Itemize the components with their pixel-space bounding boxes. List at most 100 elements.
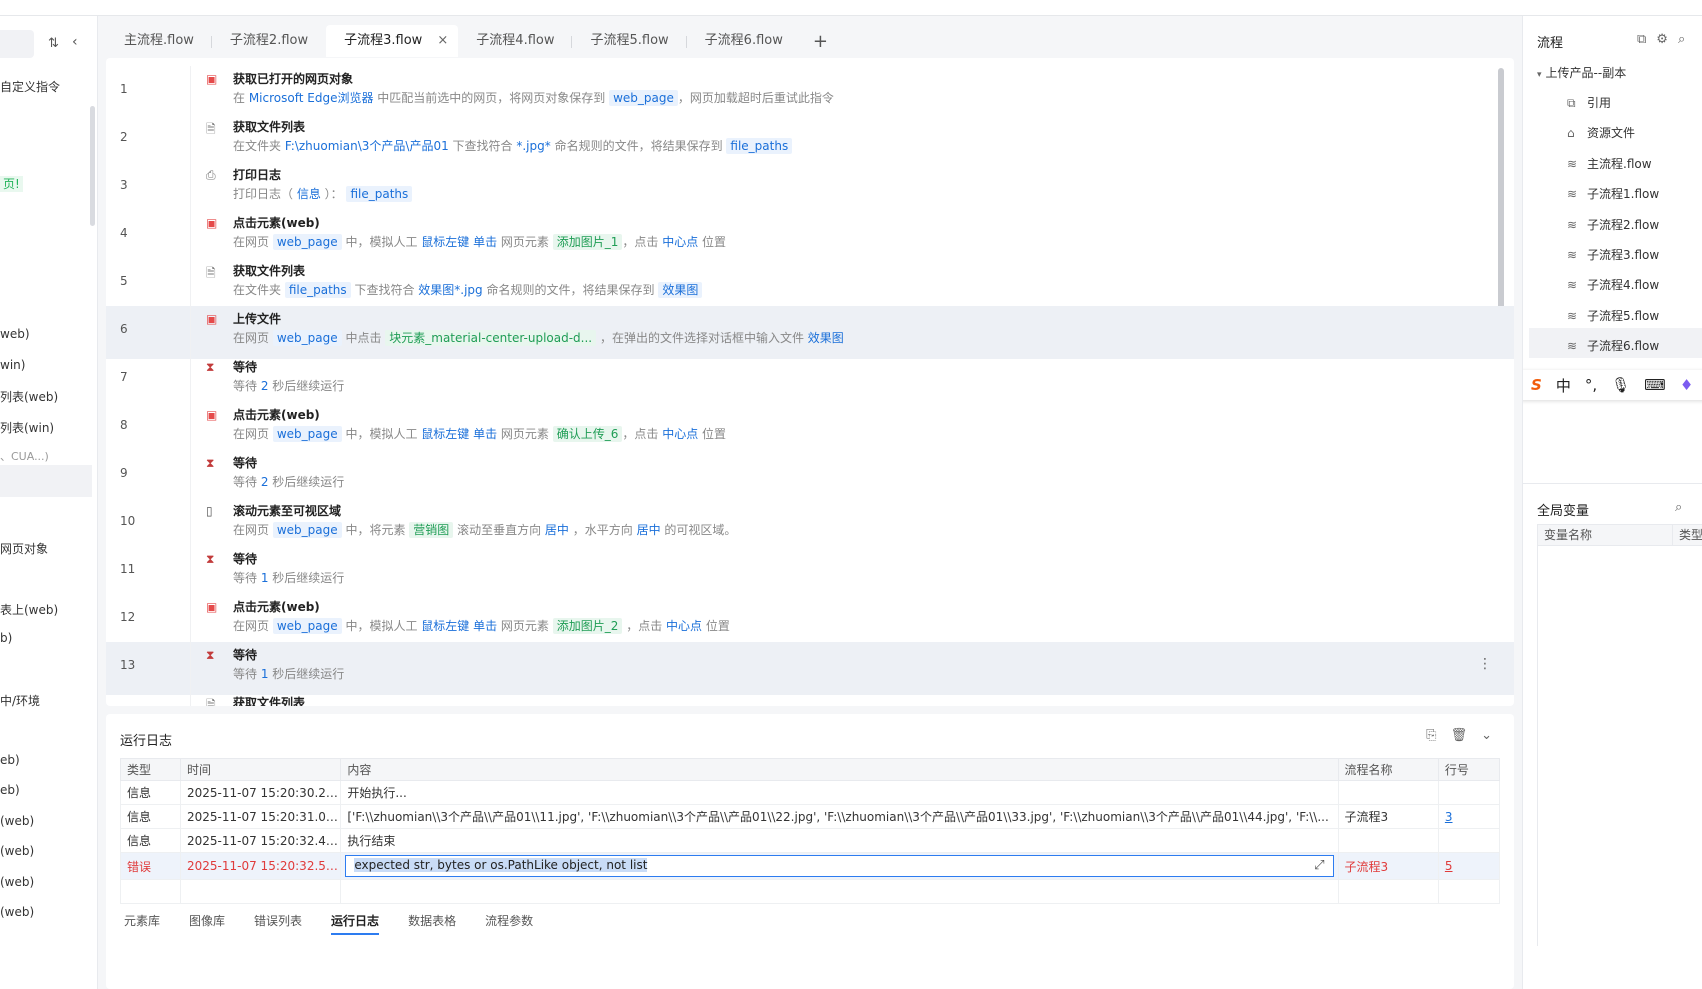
command-item[interactable]: web): [0, 327, 30, 341]
variable-tag[interactable]: web_page: [272, 618, 342, 634]
command-item[interactable]: (web): [0, 875, 34, 889]
project-item[interactable]: ≋ 子流程5.flow: [1567, 307, 1659, 324]
search-icon[interactable]: ⌕: [1678, 32, 1685, 47]
element-tag[interactable]: 确认上传_6: [552, 426, 623, 442]
variable-tag[interactable]: file_paths: [726, 138, 793, 154]
bottom-tab-4[interactable]: 运行日志: [331, 912, 380, 935]
variable-tag[interactable]: web_page: [272, 522, 342, 538]
command-item[interactable]: b): [0, 631, 12, 645]
log-row[interactable]: 错误 2025-11-07 15:20:32.503 expected str, b…: [120, 852, 1501, 880]
log-content[interactable]: expected str, bytes or os.PathLike objec…: [340, 852, 1339, 880]
element-tag[interactable]: 添加图片_2: [552, 618, 623, 634]
settings-icon[interactable]: ⚙: [1656, 32, 1668, 47]
flow-step[interactable]: 13 ⧗ 等待 等待 1 秒后继续运行 ⋮: [106, 642, 1514, 695]
project-item[interactable]: ≋ 子流程3.flow: [1567, 246, 1659, 263]
flow-step[interactable]: 5 🗎 获取文件列表 在文件夹 file_paths 下查找符合 效果图*.jpg 命…: [106, 258, 1514, 311]
flow-step[interactable]: 1 ▣ 获取已打开的网页对象在 Microsoft Edge浏览器 中匹配当前选中的…: [106, 66, 1514, 119]
variable-tag[interactable]: web_page: [272, 234, 342, 250]
tab-3[interactable]: 子流程3.flow ×: [326, 25, 459, 57]
log-row[interactable]: 信息 2025-11-07 15:20:30.252 开始执行...: [120, 780, 1501, 805]
param-value[interactable]: 居中: [637, 523, 661, 537]
project-root[interactable]: ▾ 上传产品--副本: [1537, 64, 1626, 81]
param-value[interactable]: 居中: [545, 523, 569, 537]
project-item[interactable]: ≋ 子流程4.flow: [1567, 276, 1659, 293]
global-vars-search-icon[interactable]: ⌕: [1675, 500, 1682, 515]
bottom-tab-3[interactable]: 错误列表: [254, 912, 302, 935]
add-tab-icon[interactable]: +: [801, 31, 840, 52]
bottom-tab-2[interactable]: 图像库: [189, 912, 225, 935]
close-tab-icon[interactable]: ×: [437, 25, 448, 57]
param-value[interactable]: 效果图: [808, 331, 844, 345]
param-value[interactable]: 鼠标左键 单击: [421, 619, 497, 633]
microphone-icon[interactable]: 🎙: [1611, 376, 1630, 394]
flow-step[interactable]: 🗎 获取文件列表: [106, 690, 1514, 706]
param-value[interactable]: 鼠标左键 单击: [421, 427, 497, 441]
param-value[interactable]: 中心点: [662, 235, 698, 249]
param-value[interactable]: 效果图*.jpg: [418, 283, 482, 297]
clear-log-icon[interactable]: 🗑: [1451, 728, 1468, 743]
flow-step[interactable]: 6 ▣ 上传文件 在网页 web_page 中点击 块元素_material-cent…: [106, 306, 1514, 359]
variable-tag[interactable]: web_page: [272, 330, 342, 346]
log-line-link[interactable]: 5: [1445, 859, 1453, 873]
log-row[interactable]: 信息 2025-11-07 15:20:31.017 ['F:\\zhuomian\…: [120, 804, 1501, 829]
command-item[interactable]: eb): [0, 783, 20, 797]
error-message-field[interactable]: expected str, bytes or os.PathLike objec…: [345, 855, 1334, 877]
project-item[interactable]: ≋ 子流程6.flow: [1567, 337, 1659, 354]
command-item[interactable]: (web): [0, 844, 34, 858]
command-item[interactable]: 页!: [0, 175, 23, 192]
param-value[interactable]: 信息: [297, 187, 321, 201]
param-value[interactable]: F:\zhuomian\3个产品\产品01: [285, 139, 449, 153]
param-value[interactable]: 中心点: [662, 427, 698, 441]
flow-step[interactable]: 10 ▯ 滚动元素至可视区域 在网页 web_page 中，将元素 营销图 滚动至垂直…: [106, 498, 1514, 551]
project-item[interactable]: ≋ 子流程1.flow: [1567, 185, 1659, 202]
element-tag[interactable]: 营销图: [409, 522, 454, 538]
command-item[interactable]: win): [0, 358, 25, 372]
log-row[interactable]: 信息 2025-11-07 15:20:32.412 执行结束: [120, 828, 1501, 853]
expand-icon[interactable]: ⤢: [1314, 856, 1324, 875]
variable-tag[interactable]: file_paths: [346, 186, 413, 202]
param-value[interactable]: *.jpg*: [516, 139, 550, 153]
collapse-panel-icon[interactable]: ‹: [72, 34, 78, 50]
tab-1[interactable]: 主流程.flow: [106, 25, 212, 57]
command-item[interactable]: (web): [0, 814, 34, 828]
flow-step[interactable]: 8 ▣ 点击元素(web) 在网页 web_page 中，模拟人工 鼠标左键 单击 网…: [106, 402, 1514, 455]
command-item[interactable]: 中/环境: [0, 692, 40, 709]
project-item[interactable]: ⌂ 资源文件: [1567, 124, 1635, 141]
more-options-icon[interactable]: ⋮: [1478, 656, 1492, 672]
element-tag[interactable]: 块元素_material-center-upload-d...: [385, 330, 597, 346]
tab-4[interactable]: 子流程4.flow: [458, 25, 573, 57]
command-search-input[interactable]: [0, 30, 34, 58]
command-item[interactable]: 网页对象: [0, 540, 48, 557]
command-item[interactable]: eb): [0, 753, 20, 767]
ime-lang-toggle[interactable]: 中: [1556, 375, 1571, 396]
command-item[interactable]: 列表(win): [0, 419, 54, 436]
command-item[interactable]: 自定义指令: [0, 78, 60, 95]
log-line-link[interactable]: 3: [1445, 810, 1453, 824]
new-flow-icon[interactable]: ⧉: [1637, 32, 1646, 47]
project-item[interactable]: ≋ 子流程2.flow: [1567, 216, 1659, 233]
project-item[interactable]: ≋ 主流程.flow: [1567, 155, 1652, 172]
sort-icon[interactable]: ⇅: [48, 36, 59, 51]
variable-tag[interactable]: file_paths: [284, 282, 351, 298]
project-item[interactable]: ⧉ 引用: [1567, 94, 1611, 111]
flow-step[interactable]: 9 ⧗ 等待 等待 2 秒后继续运行: [106, 450, 1514, 503]
command-item[interactable]: 表上(web): [0, 601, 58, 618]
tab-6[interactable]: 子流程6.flow: [687, 25, 801, 57]
flow-step[interactable]: 12 ▣ 点击元素(web) 在网页 web_page 中，模拟人工 鼠标左键 单击 …: [106, 594, 1514, 647]
left-scrollbar[interactable]: [90, 106, 95, 226]
skin-icon[interactable]: ♦: [1680, 376, 1693, 394]
flow-step[interactable]: 2 🗎 获取文件列表 在文件夹 F:\zhuomian\3个产品\产品01 下查找符合…: [106, 114, 1514, 167]
collapse-log-icon[interactable]: ⌄: [1481, 728, 1492, 743]
command-item[interactable]: (web): [0, 905, 34, 919]
variable-tag[interactable]: web_page: [609, 90, 678, 106]
ime-punct-toggle[interactable]: °,: [1585, 376, 1597, 394]
bottom-tab-5[interactable]: 数据表格: [408, 912, 456, 935]
variable-tag[interactable]: web_page: [272, 426, 342, 442]
command-item[interactable]: 、CUA...): [0, 448, 49, 464]
variable-tag[interactable]: 效果图: [658, 282, 703, 298]
keyboard-icon[interactable]: ⌨: [1644, 376, 1666, 394]
flow-step[interactable]: 7 ⧗ 等待 等待 2 秒后继续运行: [106, 354, 1514, 407]
flow-step[interactable]: 3 ⎙ 打印日志 打印日志（ 信息 ）： file_paths: [106, 162, 1514, 215]
param-value[interactable]: 鼠标左键 单击: [421, 235, 497, 249]
bottom-tab-1[interactable]: 元素库: [124, 912, 160, 935]
